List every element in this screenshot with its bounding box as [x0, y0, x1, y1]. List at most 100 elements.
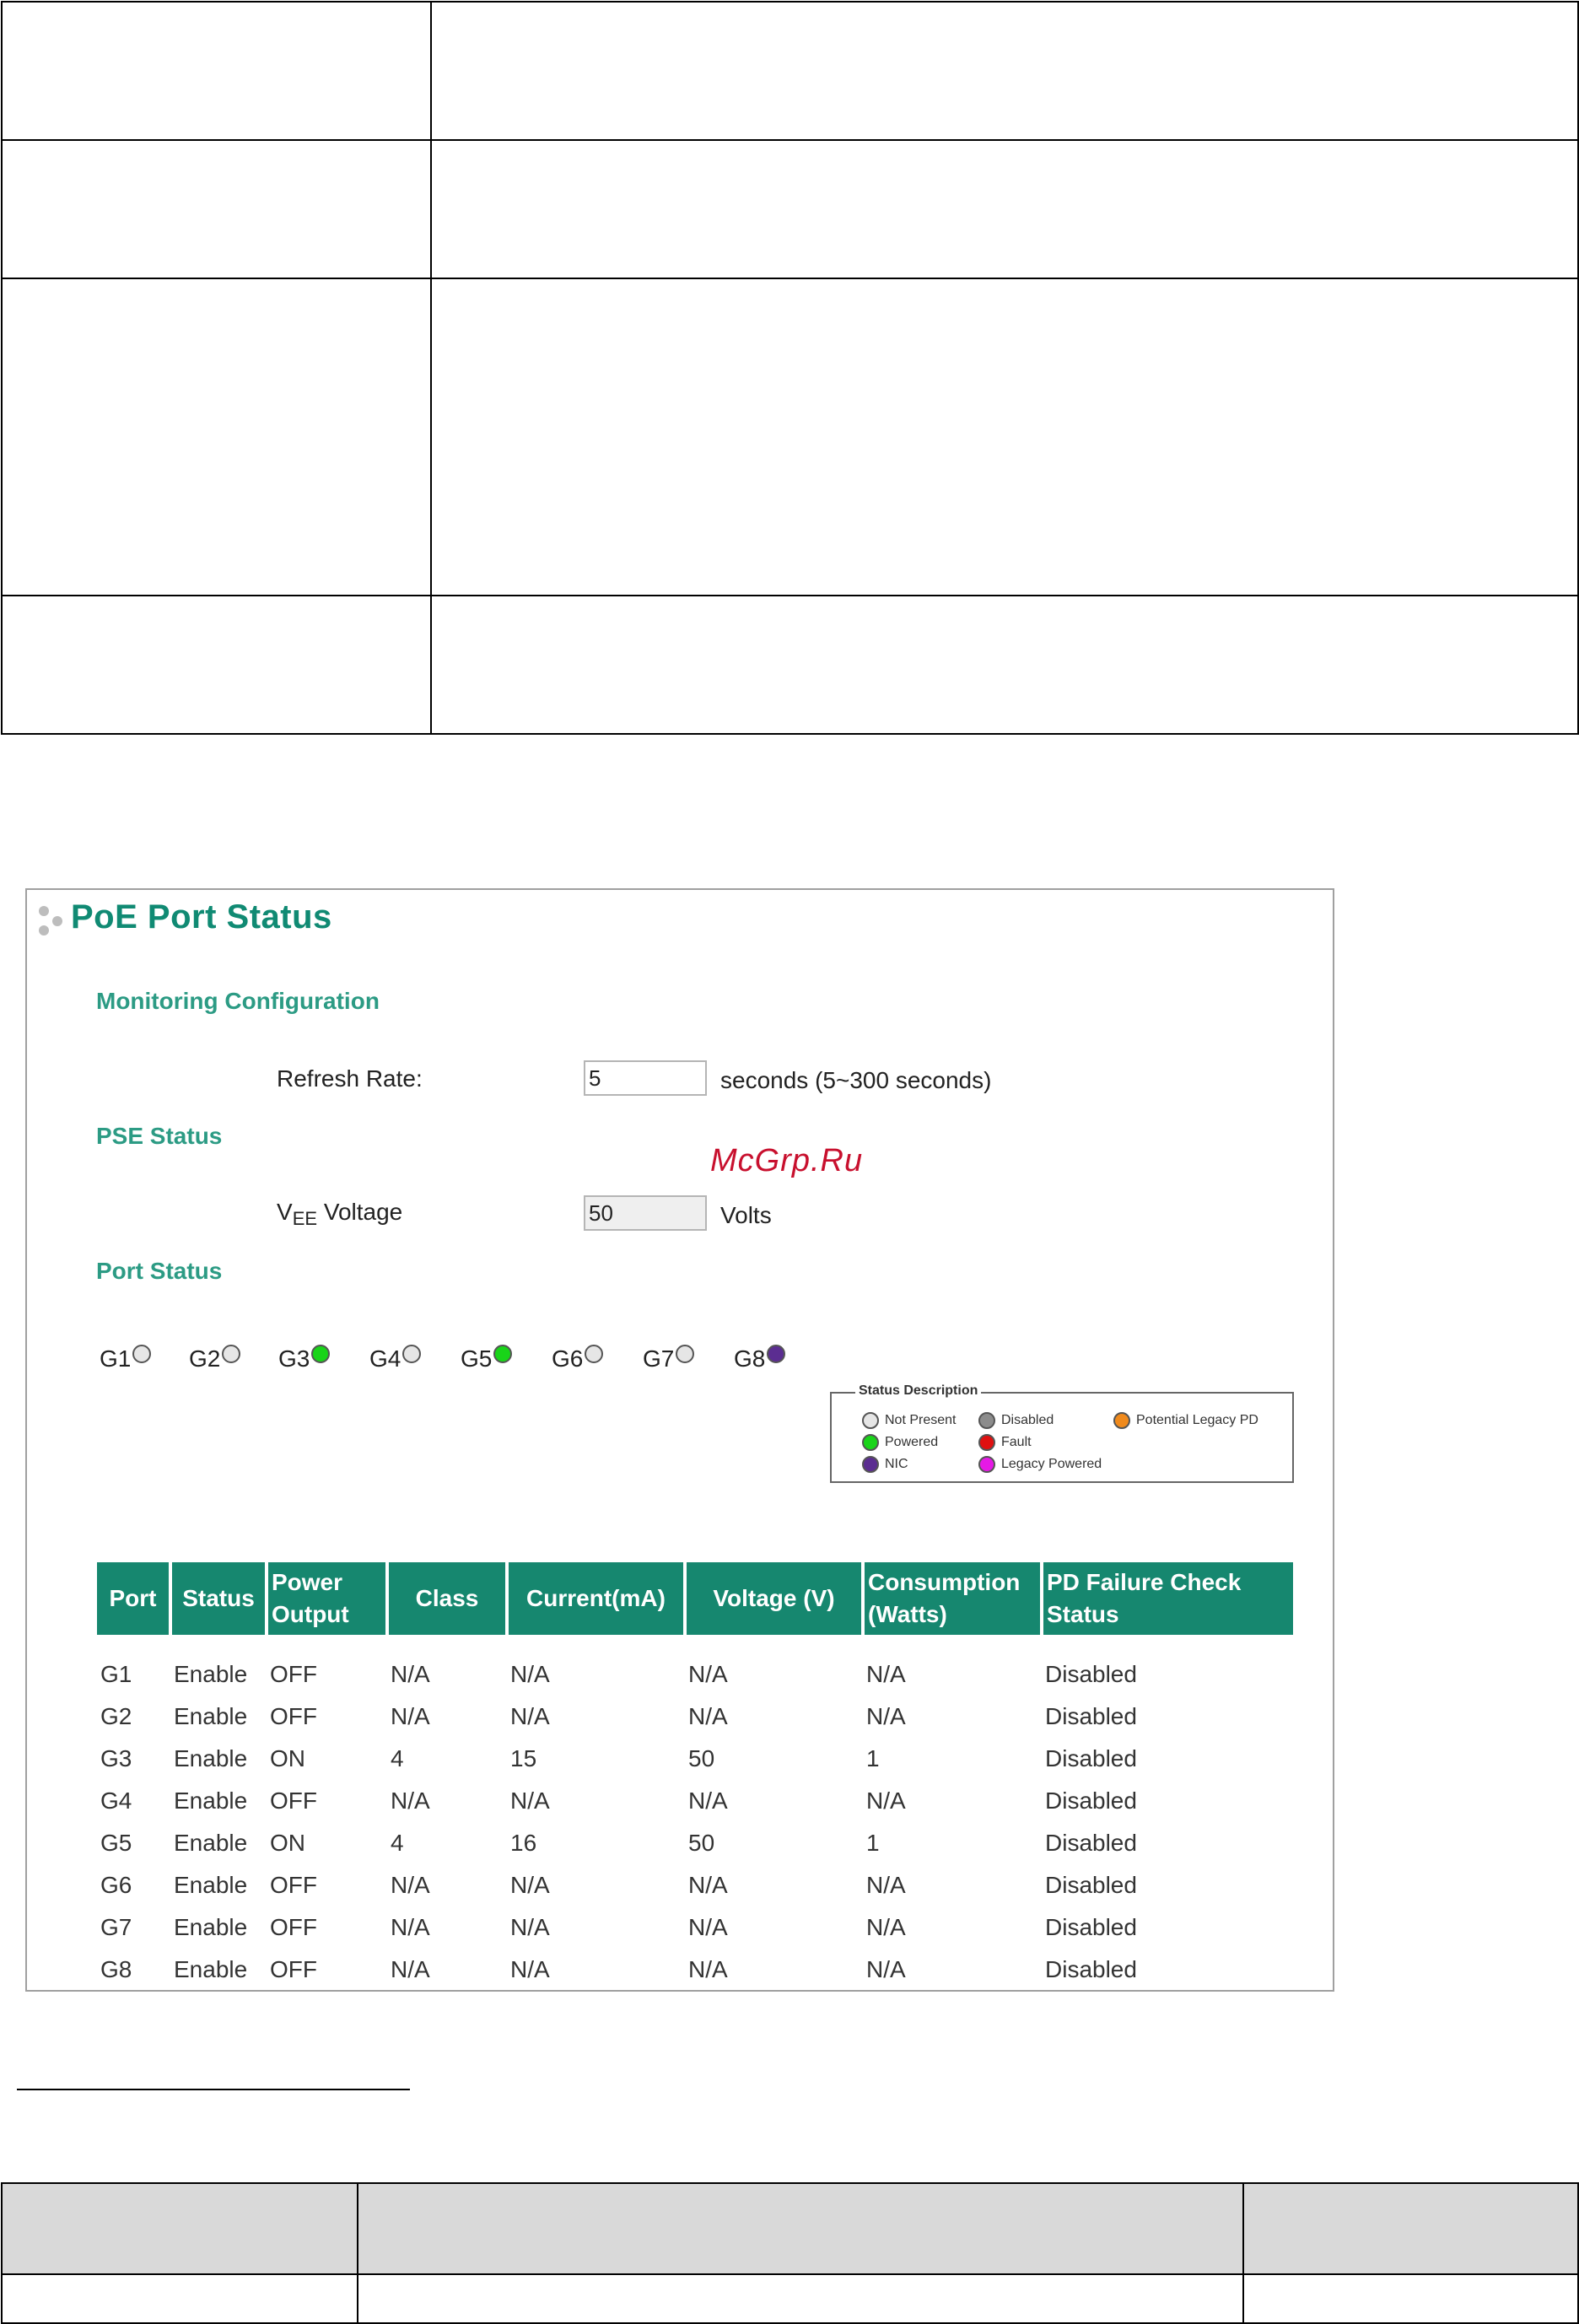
- footnote-separator: [17, 2089, 410, 2090]
- top-table-label-cell: [1, 1, 432, 141]
- cell-current: N/A: [510, 1661, 550, 1687]
- table-row: G8 Enable OFF N/A N/A N/A N/A Disabled: [97, 1949, 1293, 1991]
- cell-pd-failure-check: Disabled: [1045, 1703, 1137, 1729]
- table-row: G6 Enable OFF N/A N/A N/A N/A Disabled: [97, 1864, 1293, 1906]
- cell-class: N/A: [391, 1914, 430, 1940]
- vee-label-sub: EE: [292, 1208, 318, 1229]
- column-header-pd-failure-check: PD Failure Check Status: [1040, 1562, 1293, 1635]
- cell-status: Enable: [174, 1745, 248, 1771]
- legend-item: Disabled: [978, 1412, 1054, 1429]
- top-description-table: [1, 1, 1579, 735]
- port-status-table: Port Status Power Output Class Current(m…: [97, 1562, 1293, 1991]
- status-description-legend: Status Description Not Present Disabled …: [830, 1383, 1294, 1483]
- table-header-row: Port Status Power Output Class Current(m…: [97, 1562, 1293, 1635]
- legend-label: Not Present: [885, 1413, 957, 1427]
- cell-pd-failure-check: Disabled: [1045, 1956, 1137, 1982]
- port-led-label: G6: [552, 1345, 584, 1372]
- cell-voltage: N/A: [688, 1956, 728, 1982]
- legend-label: Powered: [885, 1435, 939, 1449]
- port-led-g6: G6: [552, 1345, 604, 1372]
- cell-voltage: N/A: [688, 1661, 728, 1687]
- cell-voltage: N/A: [688, 1914, 728, 1940]
- port-led-g5: G5: [461, 1345, 513, 1372]
- table-row: G5 Enable ON 4 16 50 1 Disabled: [97, 1822, 1293, 1864]
- column-header-class: Class: [385, 1562, 507, 1635]
- status-led-icon: [585, 1345, 604, 1363]
- legend-label: NIC: [885, 1457, 908, 1471]
- legend-item: Potential Legacy PD: [1113, 1412, 1258, 1429]
- cell-current: N/A: [510, 1872, 550, 1898]
- port-led-g7: G7: [643, 1345, 695, 1372]
- status-led-icon: [493, 1345, 513, 1363]
- port-status-heading: Port Status: [96, 1258, 223, 1284]
- cell-voltage: N/A: [688, 1872, 728, 1898]
- cell-status: Enable: [174, 1787, 248, 1814]
- legend-dot-icon: [862, 1456, 879, 1473]
- legend-dot-icon: [978, 1456, 995, 1473]
- bottom-table-cell: [1, 2273, 358, 2324]
- legend-dot-icon: [1113, 1412, 1130, 1429]
- cell-port: G1: [100, 1661, 132, 1687]
- cell-voltage: 50: [688, 1745, 715, 1771]
- legend-item: Fault: [978, 1434, 1032, 1451]
- cell-class: N/A: [391, 1872, 430, 1898]
- cell-port: G6: [100, 1872, 132, 1898]
- refresh-rate-suffix: seconds (5~300 seconds): [720, 1067, 992, 1093]
- cell-voltage: N/A: [688, 1787, 728, 1814]
- bottom-table-cell: [1242, 2273, 1579, 2324]
- cell-status: Enable: [174, 1914, 248, 1940]
- title-dots-icon: [39, 906, 62, 936]
- port-led-label: G4: [369, 1345, 401, 1372]
- cell-port: G8: [100, 1956, 132, 1982]
- bottom-table-row: [1, 2273, 1579, 2324]
- cell-power-output: OFF: [270, 1872, 317, 1898]
- cell-consumption: 1: [866, 1830, 880, 1856]
- poe-port-status-panel: PoE Port Status Monitoring Configuration…: [25, 888, 1334, 1992]
- status-led-icon: [311, 1345, 331, 1363]
- column-header-port: Port: [97, 1562, 170, 1635]
- status-led-icon: [402, 1345, 422, 1363]
- pse-status-heading: PSE Status: [96, 1123, 223, 1149]
- cell-consumption: N/A: [866, 1956, 906, 1982]
- cell-pd-failure-check: Disabled: [1045, 1872, 1137, 1898]
- monitoring-config-heading: Monitoring Configuration: [96, 988, 380, 1014]
- cell-current: 15: [510, 1745, 537, 1771]
- top-table-row: [1, 1, 1579, 141]
- cell-power-output: OFF: [270, 1661, 317, 1687]
- bottom-table: [1, 2182, 1579, 2324]
- port-led-label: G3: [278, 1345, 310, 1372]
- column-header-current: Current(mA): [505, 1562, 685, 1635]
- table-row: G3 Enable ON 4 15 50 1 Disabled: [97, 1738, 1293, 1780]
- refresh-rate-input[interactable]: [584, 1060, 707, 1096]
- column-header-status: Status: [169, 1562, 267, 1635]
- cell-consumption: N/A: [866, 1914, 906, 1940]
- cell-consumption: N/A: [866, 1661, 906, 1687]
- table-row: G1 Enable OFF N/A N/A N/A N/A Disabled: [97, 1635, 1293, 1696]
- bottom-table-header-cell: [1, 2182, 358, 2275]
- top-table-desc-cell: [430, 139, 1579, 279]
- cell-port: G4: [100, 1787, 132, 1814]
- cell-consumption: N/A: [866, 1872, 906, 1898]
- cell-pd-failure-check: Disabled: [1045, 1914, 1137, 1940]
- cell-voltage: N/A: [688, 1703, 728, 1729]
- cell-status: Enable: [174, 1830, 248, 1856]
- cell-port: G7: [100, 1914, 132, 1940]
- port-led-g1: G1: [100, 1345, 152, 1372]
- legend-dot-icon: [978, 1412, 995, 1429]
- cell-power-output: OFF: [270, 1914, 317, 1940]
- legend-item: Powered: [862, 1434, 938, 1451]
- top-table-desc-cell: [430, 278, 1579, 596]
- vee-voltage-suffix: Volts: [720, 1202, 772, 1228]
- top-table-desc-cell: [430, 1, 1579, 141]
- port-led-g8: G8: [734, 1345, 786, 1372]
- cell-class: N/A: [391, 1661, 430, 1687]
- port-led-label: G5: [461, 1345, 493, 1372]
- legend-item: Not Present: [862, 1412, 956, 1429]
- legend-label: Disabled: [1001, 1413, 1054, 1427]
- port-led-label: G7: [643, 1345, 675, 1372]
- page-title: PoE Port Status: [71, 898, 332, 936]
- column-header-power-output: Power Output: [265, 1562, 387, 1635]
- cell-port: G3: [100, 1745, 132, 1771]
- legend-title: Status Description: [855, 1383, 982, 1399]
- cell-power-output: ON: [270, 1830, 305, 1856]
